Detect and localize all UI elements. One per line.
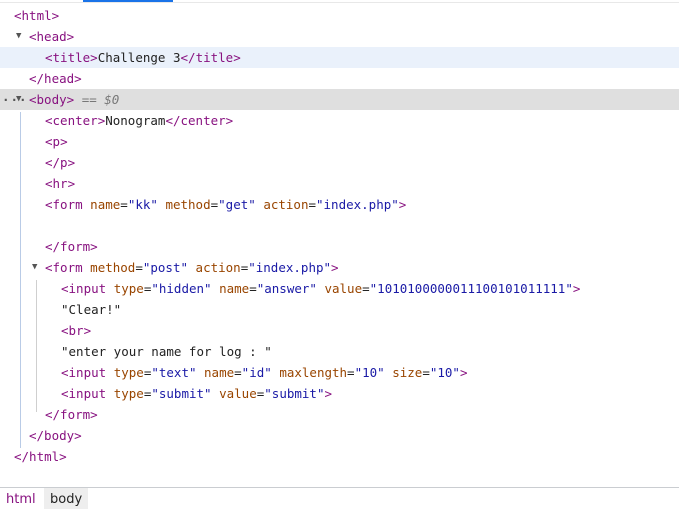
expand-triangle-icon[interactable]: ▼	[16, 26, 21, 47]
tag-name: /html	[21, 449, 60, 464]
tag-name: body	[36, 92, 67, 107]
node-input-text[interactable]: <input type="text" name="id" maxlength="…	[0, 362, 679, 383]
selected-node-marker: == $0	[81, 92, 120, 107]
attr-value: "submit"	[264, 386, 325, 401]
attr-value: "10"	[354, 365, 385, 380]
tag-name: form	[52, 260, 83, 275]
tag-name: title	[52, 50, 91, 65]
node-body-close[interactable]: </body>	[0, 425, 679, 446]
attr-value: "submit"	[151, 386, 212, 401]
tag-name: form	[52, 197, 83, 212]
tag-name: hr	[52, 176, 68, 191]
tag-name: head	[36, 29, 67, 44]
attr-value: "1010100000011100101011111"	[369, 281, 573, 296]
attr-name: type	[113, 365, 144, 380]
attr-name: value	[324, 281, 363, 296]
tag-name: center	[180, 113, 226, 128]
dom-tree: <html> ▼ <head> <title>Challenge 3</title…	[0, 5, 679, 467]
node-center[interactable]: <center>Nonogram</center>	[0, 110, 679, 131]
node-head-open[interactable]: ▼ <head>	[0, 26, 679, 47]
breadcrumb-html[interactable]: html	[0, 488, 42, 509]
attr-value: "text"	[151, 365, 197, 380]
tab-divider	[0, 2, 679, 3]
attr-name: action	[263, 197, 309, 212]
node-form-get-open[interactable]: <form name="kk" method="get" action="ind…	[0, 194, 679, 215]
tag-name: /form	[52, 407, 91, 422]
center-text: Nonogram	[105, 113, 166, 128]
tag-name: center	[52, 113, 98, 128]
expand-triangle-icon[interactable]: ▼	[32, 257, 37, 278]
attr-value: "kk"	[127, 197, 158, 212]
node-html-close[interactable]: </html>	[0, 446, 679, 467]
attr-name: name	[204, 365, 235, 380]
node-hr[interactable]: <hr>	[0, 173, 679, 194]
breadcrumb-body[interactable]: body	[44, 488, 89, 509]
node-input-hidden[interactable]: <input type="hidden" name="answer" value…	[0, 278, 679, 299]
attr-name: type	[113, 281, 144, 296]
attr-name: size	[392, 365, 423, 380]
tag-name: p	[52, 134, 61, 149]
title-text: Challenge 3	[97, 50, 181, 65]
attr-name: action	[195, 260, 241, 275]
text-node: "enter your name for log : "	[61, 344, 272, 359]
attr-value: "id"	[241, 365, 272, 380]
tag-name: br	[68, 323, 84, 338]
node-input-submit[interactable]: <input type="submit" value="submit">	[0, 383, 679, 404]
tag-name: /p	[52, 155, 68, 170]
attr-value: "get"	[218, 197, 256, 212]
tag-name: title	[195, 50, 234, 65]
attr-name: maxlength	[279, 365, 348, 380]
tag-name: input	[68, 386, 107, 401]
node-form-get-close[interactable]: </form>	[0, 236, 679, 257]
tag-name: /head	[36, 71, 75, 86]
attr-value: "hidden"	[151, 281, 212, 296]
attr-value: "post"	[142, 260, 189, 275]
tag-name: input	[68, 365, 107, 380]
attr-value: "index.php"	[248, 260, 332, 275]
breadcrumb: html body	[0, 487, 679, 509]
blank-row	[0, 215, 679, 236]
node-head-close[interactable]: </head>	[0, 68, 679, 89]
attr-value: "10"	[429, 365, 460, 380]
node-form-post-close[interactable]: </form>	[0, 404, 679, 425]
node-form-post-open[interactable]: ▼ <form method="post" action="index.php">	[0, 257, 679, 278]
node-html-open[interactable]: <html>	[0, 5, 679, 26]
attr-name: method	[165, 197, 211, 212]
attr-name: method	[90, 260, 136, 275]
node-p-open[interactable]: <p>	[0, 131, 679, 152]
node-title[interactable]: <title>Challenge 3</title>	[0, 47, 679, 68]
node-br[interactable]: <br>	[0, 320, 679, 341]
attr-name: value	[219, 386, 257, 401]
attr-name: type	[113, 386, 144, 401]
tag-name: input	[68, 281, 107, 296]
node-text-clear[interactable]: "Clear!"	[0, 299, 679, 320]
node-body-open[interactable]: ··· ▼ <body> == $0	[0, 89, 679, 110]
tag-name: /body	[36, 428, 75, 443]
attr-name: name	[219, 281, 250, 296]
node-p-close[interactable]: </p>	[0, 152, 679, 173]
expand-triangle-icon[interactable]: ▼	[16, 89, 21, 110]
attr-name: name	[90, 197, 121, 212]
more-options-icon[interactable]: ···	[2, 89, 28, 110]
text-node: "Clear!"	[61, 302, 122, 317]
tag-name: /form	[52, 239, 91, 254]
node-text-enter-name[interactable]: "enter your name for log : "	[0, 341, 679, 362]
tag-name: html	[21, 8, 52, 23]
attr-value: "answer"	[256, 281, 317, 296]
attr-value: "index.php"	[316, 197, 399, 212]
